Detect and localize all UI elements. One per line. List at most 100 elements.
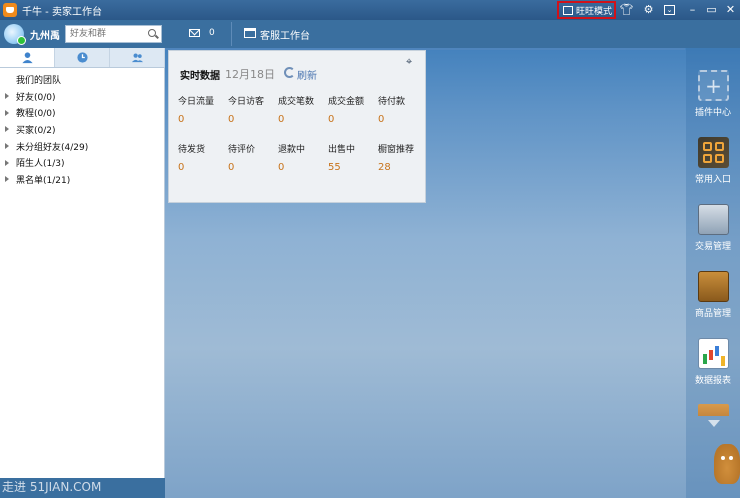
metric-value: 0 bbox=[228, 162, 235, 173]
list-item[interactable]: 黑名单(1/21) bbox=[0, 171, 164, 188]
metric-refunding[interactable]: 退款中 0 bbox=[278, 142, 326, 173]
scroll-down-icon[interactable] bbox=[708, 420, 720, 427]
maximize-icon[interactable]: ▭ bbox=[705, 3, 718, 16]
metric-label: 今日访客 bbox=[228, 97, 265, 107]
metric-label: 待付款 bbox=[378, 97, 406, 107]
common-entry-icon bbox=[698, 137, 729, 168]
expand-arrow-icon bbox=[5, 76, 9, 82]
sidebar-header: 九州禹 bbox=[0, 20, 165, 48]
metric-on-sale[interactable]: 出售中 55 bbox=[328, 142, 376, 173]
metric-value: 0 bbox=[178, 162, 185, 173]
cs-workbench-icon[interactable] bbox=[244, 28, 256, 38]
message-icon[interactable] bbox=[189, 29, 200, 37]
recent-clock-icon bbox=[76, 52, 88, 63]
contact-tabs bbox=[0, 48, 165, 68]
title-bar: 千牛 - 卖家工作台 旺旺模式 👕︎ ⚙ ⌄ – ▭ ✕ bbox=[0, 0, 740, 20]
tab-recent[interactable] bbox=[55, 48, 110, 67]
list-item[interactable]: 我们的团队 bbox=[0, 71, 164, 88]
metric-value: 0 bbox=[378, 114, 385, 125]
rail-label: 交易管理 bbox=[694, 242, 731, 252]
app-logo-icon bbox=[3, 3, 17, 17]
shirt-icon[interactable]: 👕︎ bbox=[620, 3, 634, 16]
window-title: 千牛 - 卖家工作台 bbox=[22, 6, 102, 18]
metric-pending-shipment[interactable]: 待发货 0 bbox=[178, 142, 226, 173]
metric-pending-payment[interactable]: 待付款 0 bbox=[378, 94, 426, 125]
expand-arrow-icon bbox=[5, 109, 9, 116]
rail-next-item[interactable] bbox=[686, 404, 740, 416]
rail-trade-management[interactable]: 交易管理 bbox=[686, 204, 740, 252]
metric-amount[interactable]: 成交金额 0 bbox=[328, 94, 376, 125]
avatar[interactable] bbox=[4, 24, 26, 45]
message-count: 0 bbox=[209, 28, 215, 38]
close-icon[interactable]: ✕ bbox=[724, 3, 737, 16]
realtime-title: 实时数据 bbox=[180, 71, 220, 82]
rail-label: 商品管理 bbox=[694, 309, 731, 319]
watermark: 走进 51JIAN.COM bbox=[2, 480, 102, 494]
metric-label: 今日流量 bbox=[178, 97, 215, 107]
expand-arrow-icon bbox=[5, 143, 9, 150]
metric-showcase[interactable]: 橱窗推荐 28 bbox=[378, 142, 426, 173]
metric-value: 0 bbox=[178, 114, 185, 125]
metric-label: 退款中 bbox=[278, 145, 306, 155]
list-item[interactable]: 买家(0/2) bbox=[0, 121, 164, 138]
main-toolbar: 0 客服工作台 bbox=[165, 20, 740, 48]
expand-arrow-icon bbox=[5, 159, 9, 166]
group-label: 未分组好友(4/29) bbox=[16, 142, 89, 153]
tab-groups[interactable] bbox=[110, 48, 165, 67]
list-item[interactable]: 教程(0/0) bbox=[0, 104, 164, 121]
group-label: 我们的团队 bbox=[16, 75, 62, 86]
metric-today-visitors[interactable]: 今日访客 0 bbox=[228, 94, 276, 125]
metric-orders[interactable]: 成交笔数 0 bbox=[278, 94, 326, 125]
metric-pending-review[interactable]: 待评价 0 bbox=[228, 142, 276, 173]
goods-management-icon bbox=[698, 271, 729, 302]
rail-common-entry[interactable]: 常用入口 bbox=[686, 137, 740, 185]
list-item[interactable]: 好友(0/0) bbox=[0, 88, 164, 105]
tab-contacts[interactable] bbox=[0, 48, 55, 67]
wangwang-mode-button[interactable]: 旺旺模式 bbox=[557, 1, 616, 19]
metric-value: 0 bbox=[278, 114, 285, 125]
group-label: 陌生人(1/3) bbox=[16, 159, 65, 170]
contact-list: 我们的团队 好友(0/0) 教程(0/0) 买家(0/2) 未分组好友(4/29… bbox=[0, 68, 165, 478]
metric-today-traffic[interactable]: 今日流量 0 bbox=[178, 94, 226, 125]
search-icon[interactable] bbox=[148, 29, 156, 37]
group-label: 黑名单(1/21) bbox=[16, 175, 71, 186]
trade-management-icon bbox=[698, 204, 729, 235]
rail-label: 插件中心 bbox=[694, 108, 731, 118]
rail-plugin-center[interactable]: + 插件中心 bbox=[686, 70, 740, 118]
minimize-icon[interactable]: – bbox=[686, 3, 699, 16]
metric-value: 0 bbox=[228, 114, 235, 125]
rail-label: 数据报表 bbox=[694, 376, 731, 386]
expand-arrow-icon bbox=[5, 176, 9, 183]
metric-value: 28 bbox=[378, 162, 391, 173]
group-label: 教程(0/0) bbox=[16, 109, 56, 120]
expand-arrow-icon bbox=[5, 126, 9, 133]
rail-data-report[interactable]: 数据报表 bbox=[686, 338, 740, 386]
metric-label: 待评价 bbox=[228, 145, 256, 155]
user-name[interactable]: 九州禹 bbox=[30, 27, 60, 42]
metric-value: 55 bbox=[328, 162, 341, 173]
metric-value: 0 bbox=[278, 162, 285, 173]
metric-label: 出售中 bbox=[328, 145, 356, 155]
pin-icon[interactable]: ⌖ bbox=[406, 56, 416, 67]
toolbar-divider bbox=[231, 22, 232, 46]
refresh-button[interactable]: 刷新 bbox=[297, 67, 317, 82]
list-item[interactable]: 陌生人(1/3) bbox=[0, 154, 164, 171]
expand-arrow-icon bbox=[5, 93, 9, 100]
realtime-date: 12月18日 bbox=[225, 68, 275, 81]
plugin-add-icon: + bbox=[698, 70, 729, 101]
group-label: 买家(0/2) bbox=[16, 125, 56, 136]
cs-workbench-button[interactable]: 客服工作台 bbox=[260, 27, 310, 42]
metric-label: 成交金额 bbox=[328, 97, 365, 107]
metric-label: 橱窗推荐 bbox=[378, 145, 415, 155]
mascot-icon[interactable] bbox=[714, 444, 740, 484]
wangwang-mode-label: 旺旺模式 bbox=[576, 6, 613, 17]
gear-icon[interactable]: ⚙ bbox=[642, 3, 655, 16]
refresh-icon[interactable] bbox=[284, 67, 295, 78]
rail-goods-management[interactable]: 商品管理 bbox=[686, 271, 740, 319]
metric-value: 0 bbox=[328, 114, 335, 125]
rail-label: 常用入口 bbox=[694, 175, 731, 185]
data-report-icon bbox=[698, 338, 729, 369]
mail-dropdown-icon[interactable]: ⌄ bbox=[664, 5, 675, 15]
list-item[interactable]: 未分组好友(4/29) bbox=[0, 138, 164, 155]
contacts-icon bbox=[21, 52, 33, 64]
